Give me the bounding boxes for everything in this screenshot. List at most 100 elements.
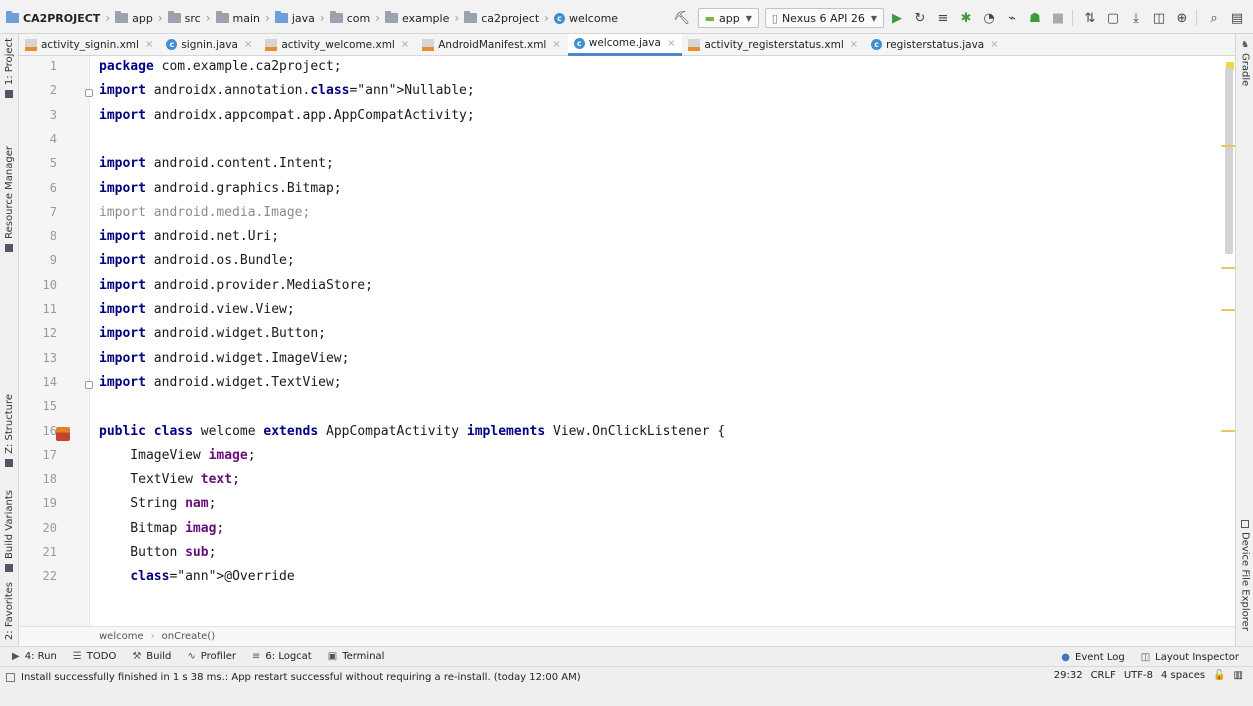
build-icon: ⚒ bbox=[132, 651, 142, 662]
stop-icon[interactable]: ■ bbox=[1048, 9, 1068, 27]
editor-tabs: activity_signin.xml × c signin.java × activ… bbox=[19, 33, 1235, 56]
close-icon[interactable]: × bbox=[667, 38, 675, 49]
code-line[interactable]: import android.net.Uri; bbox=[99, 229, 279, 244]
tool-resource-manager[interactable]: Resource Manager bbox=[0, 146, 18, 252]
tool-event-log[interactable]: ● Event Log bbox=[1061, 652, 1124, 663]
code-line[interactable]: import android.graphics.Bitmap; bbox=[99, 181, 342, 196]
fold-marker-icon[interactable] bbox=[85, 89, 93, 98]
code-line[interactable]: package com.example.ca2project; bbox=[99, 59, 342, 74]
breadcrumb-com[interactable]: com bbox=[329, 11, 370, 25]
close-icon[interactable]: × bbox=[552, 39, 560, 50]
tab-androidmanifest-xml[interactable]: AndroidManifest.xml × bbox=[416, 34, 568, 56]
layout-inspector-icon[interactable]: ◫ bbox=[1149, 9, 1169, 27]
tab-activity-registerstatus-xml[interactable]: activity_registerstatus.xml × bbox=[682, 34, 865, 56]
package-icon bbox=[385, 11, 399, 23]
vertical-scrollbar[interactable] bbox=[1225, 68, 1233, 254]
memory-icon[interactable]: ▥ bbox=[1234, 670, 1243, 681]
sdk-manager-icon[interactable]: ⤓ bbox=[1126, 9, 1146, 27]
indent-settings[interactable]: 4 spaces bbox=[1161, 670, 1205, 681]
related-layout-icon[interactable] bbox=[56, 426, 70, 441]
code-line[interactable]: import android.widget.Button; bbox=[99, 326, 326, 341]
debug-icon[interactable]: ✱ bbox=[956, 9, 976, 27]
tool-profiler[interactable]: ∿ Profiler bbox=[187, 651, 236, 662]
code-line[interactable]: import android.os.Bundle; bbox=[99, 253, 295, 268]
profile-icon[interactable]: ◔ bbox=[979, 9, 999, 27]
caret-position[interactable]: 29:32 bbox=[1054, 670, 1083, 681]
scroll-marker[interactable] bbox=[1221, 309, 1235, 311]
line-number-gutter[interactable]: 1 2 3 4 5 6 7 8 9 10 11 12 13 14 15 16 17 18 19 20 21 22 bbox=[19, 56, 93, 626]
apply-code-changes-icon[interactable]: ≡ bbox=[933, 9, 953, 27]
breadcrumb-example[interactable]: example bbox=[385, 11, 449, 25]
breadcrumb-main[interactable]: main bbox=[215, 11, 260, 25]
tool-structure[interactable]: Z: Structure bbox=[0, 394, 18, 467]
make-project-hammer-icon[interactable]: ⛏ bbox=[672, 9, 692, 27]
code-line[interactable]: import androidx.appcompat.app.AppCompatA… bbox=[99, 108, 475, 123]
apply-changes-icon[interactable]: ↻ bbox=[910, 9, 930, 27]
scroll-marker[interactable] bbox=[1221, 430, 1235, 432]
run-icon[interactable]: ▶ bbox=[887, 9, 907, 27]
avd-manager-icon[interactable]: ▢ bbox=[1103, 9, 1123, 27]
fold-marker-icon[interactable] bbox=[85, 380, 93, 389]
tool-run[interactable]: ▶ 4: Run bbox=[12, 651, 57, 662]
git-lock-icon[interactable]: 🔓 bbox=[1213, 670, 1225, 681]
tab-signin-java[interactable]: c signin.java × bbox=[160, 34, 259, 56]
code-line[interactable]: import android.widget.TextView; bbox=[99, 375, 342, 390]
tool-layout-inspector[interactable]: ◫ Layout Inspector bbox=[1141, 652, 1239, 663]
tool-build-variants[interactable]: Build Variants bbox=[0, 490, 18, 572]
breadcrumb-class[interactable]: welcome bbox=[99, 631, 144, 642]
breadcrumb-welcome[interactable]: c welcome bbox=[553, 12, 618, 25]
project-structure-icon[interactable]: ▤ bbox=[1227, 9, 1247, 27]
code-line[interactable]: Button sub; bbox=[99, 545, 216, 560]
code-line[interactable]: String nam; bbox=[99, 496, 216, 511]
tool-project[interactable]: 1: Project bbox=[0, 38, 18, 99]
gradle-sync-icon[interactable]: ⇅ bbox=[1080, 9, 1100, 27]
code-line[interactable]: import android.widget.ImageView; bbox=[99, 351, 349, 366]
tool-terminal[interactable]: ▣ Terminal bbox=[328, 651, 385, 662]
code-line[interactable]: public class welcome extends AppCompatAc… bbox=[99, 424, 725, 439]
code-line[interactable]: TextView text; bbox=[99, 472, 240, 487]
tab-activity-welcome-xml[interactable]: activity_welcome.xml × bbox=[259, 34, 416, 56]
tool-window-bar-right: ● Event Log ◫ Layout Inspector bbox=[1061, 647, 1239, 667]
breadcrumb-app[interactable]: app bbox=[115, 11, 153, 25]
close-icon[interactable]: × bbox=[401, 39, 409, 50]
breadcrumb-project[interactable]: CA2PROJECT bbox=[6, 11, 100, 25]
android-icon: ▬ bbox=[704, 11, 715, 25]
tool-todo[interactable]: ☰ TODO bbox=[73, 651, 117, 662]
code-editor[interactable]: 1 2 3 4 5 6 7 8 9 10 11 12 13 14 15 16 17 18 19 20 21 22 pack… bbox=[19, 56, 1235, 626]
breadcrumb-method[interactable]: onCreate() bbox=[162, 631, 216, 642]
close-icon[interactable]: × bbox=[850, 39, 858, 50]
tab-registerstatus-java[interactable]: c registerstatus.java × bbox=[865, 34, 1006, 56]
code-line[interactable]: Bitmap imag; bbox=[99, 521, 224, 536]
scroll-marker[interactable] bbox=[1221, 145, 1235, 147]
tab-welcome-java[interactable]: c welcome.java × bbox=[567, 33, 683, 56]
code-line[interactable]: import android.media.Image; bbox=[99, 205, 310, 220]
tab-activity-signin-xml[interactable]: activity_signin.xml × bbox=[19, 34, 160, 56]
toggle-tool-windows-icon[interactable] bbox=[6, 673, 15, 682]
breadcrumb-src[interactable]: src bbox=[167, 11, 201, 25]
scroll-marker[interactable] bbox=[1221, 267, 1235, 269]
tool-build[interactable]: ⚒ Build bbox=[132, 651, 171, 662]
line-separator[interactable]: CRLF bbox=[1091, 670, 1116, 681]
file-encoding[interactable]: UTF-8 bbox=[1124, 670, 1153, 681]
tool-gradle[interactable]: ♞ Gradle bbox=[1236, 40, 1253, 86]
close-icon[interactable]: × bbox=[244, 39, 252, 50]
run-coverage-icon[interactable]: ☗ bbox=[1025, 9, 1045, 27]
code-line[interactable]: import android.provider.MediaStore; bbox=[99, 278, 373, 293]
code-line[interactable]: class="ann">@Override bbox=[99, 569, 294, 584]
status-message[interactable]: Install successfully finished in 1 s 38 … bbox=[6, 672, 581, 683]
breadcrumb-ca2project[interactable]: ca2project bbox=[464, 11, 539, 25]
code-line[interactable]: import android.content.Intent; bbox=[99, 156, 334, 171]
close-icon[interactable]: × bbox=[990, 39, 998, 50]
attach-debugger-icon[interactable]: ⌁ bbox=[1002, 9, 1022, 27]
tool-logcat[interactable]: ≡ 6: Logcat bbox=[252, 651, 312, 662]
code-line[interactable]: import android.view.View; bbox=[99, 302, 295, 317]
tool-device-file-explorer[interactable]: Device File Explorer bbox=[1236, 520, 1253, 631]
breadcrumb-java[interactable]: java bbox=[274, 11, 315, 25]
code-line[interactable]: import androidx.annotation.class="ann">N… bbox=[99, 83, 475, 98]
device-select[interactable]: ▯ Nexus 6 API 26 ▼ bbox=[764, 8, 884, 28]
code-line[interactable]: ImageView image; bbox=[99, 448, 255, 463]
search-icon[interactable]: ⌕ bbox=[1204, 9, 1224, 27]
close-icon[interactable]: × bbox=[145, 39, 153, 50]
android-profiler-icon[interactable]: ⊕ bbox=[1172, 9, 1192, 27]
run-configuration-select[interactable]: ▬ app ▼ bbox=[697, 8, 759, 28]
